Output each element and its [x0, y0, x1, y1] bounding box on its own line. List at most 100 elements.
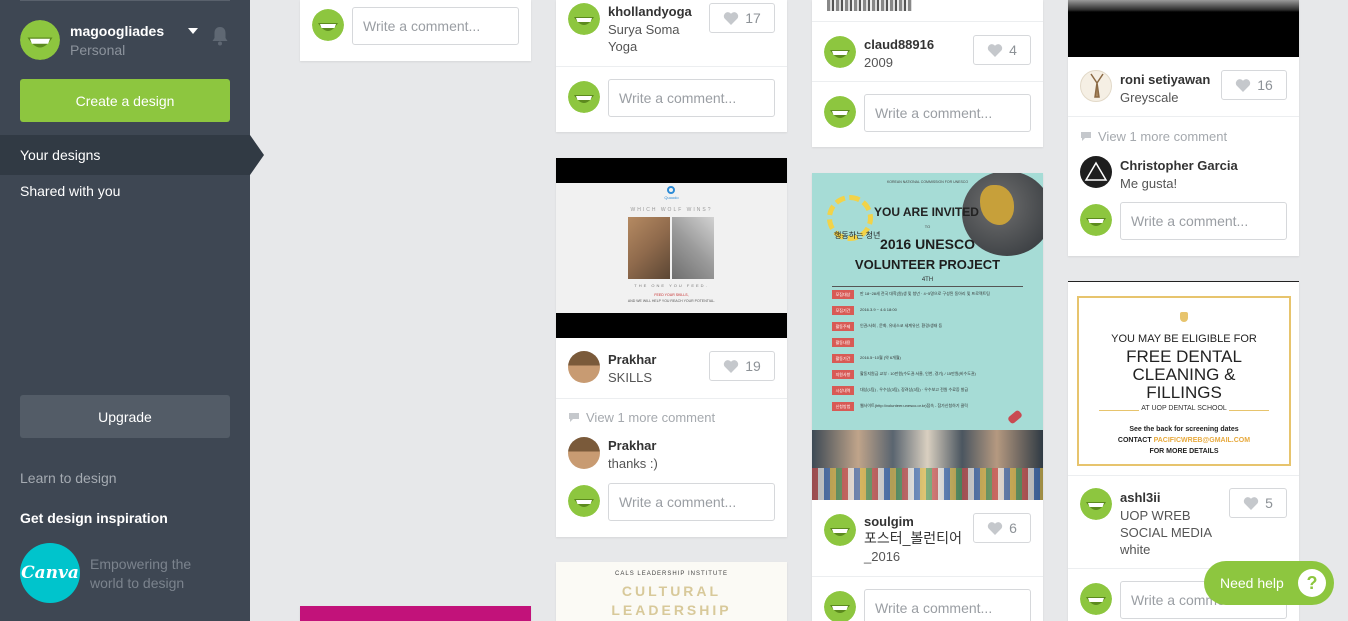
like-count: 16 — [1257, 77, 1273, 93]
poster-row-label: 신청방법 — [832, 402, 854, 411]
canva-tagline: Empowering the world to design — [90, 556, 192, 591]
like-button[interactable]: 16 — [1221, 70, 1287, 100]
canva-logo[interactable]: Canva — [20, 543, 80, 603]
like-button[interactable]: 6 — [973, 513, 1031, 543]
poster-edition: 4TH — [921, 277, 934, 283]
ad-line4: FILLINGS — [1146, 383, 1222, 402]
user-avatar-icon — [824, 591, 856, 621]
design-thumbnail[interactable]: Quoodo WHICH WOLF WINS? THE ONE YOU FEED… — [556, 158, 787, 338]
heart-icon — [723, 11, 739, 26]
like-button[interactable]: 4 — [973, 35, 1031, 65]
sidebar-item-your-designs[interactable]: Your designs — [20, 147, 100, 163]
author-name[interactable]: khollandyoga — [608, 4, 692, 19]
author-name[interactable]: claud88916 — [864, 37, 934, 52]
commenter-photo-avatar — [1080, 156, 1112, 188]
user-menu[interactable]: magoogliades Personal — [20, 20, 235, 62]
brand-logo-icon — [667, 186, 675, 194]
view-more-comments-link[interactable]: View 1 more comment — [1080, 129, 1227, 144]
design-thumbnail[interactable]: KOREAN NATIONAL COMMISSION FOR UNESCO YO… — [812, 173, 1043, 500]
design-inspiration-link[interactable]: Get design inspiration — [20, 510, 168, 526]
design-card: KOREAN NATIONAL COMMISSION FOR UNESCO YO… — [812, 173, 1043, 621]
user-plan: Personal — [70, 42, 126, 58]
view-more-comments-label: View 1 more comment — [1098, 129, 1228, 144]
learn-to-design-link[interactable]: Learn to design — [20, 470, 117, 486]
poster-row-label: 활동내용 — [832, 338, 854, 347]
ad-line5: AT UOP DENTAL SCHOOL — [1139, 405, 1229, 412]
ad-contact-email: PACIFICWREB@GMAIL.COM — [1153, 437, 1251, 444]
heart-icon — [723, 359, 739, 374]
sidebar-item-shared-with-you[interactable]: Shared with you — [20, 183, 120, 199]
divider — [556, 66, 787, 67]
ad-line1: YOU MAY BE ELIGIBLE FOR — [1111, 333, 1257, 345]
bell-icon[interactable] — [208, 24, 232, 48]
design-thumbnail[interactable]: CALS LEADERSHIP INSTITUTE CULTURAL LEADE… — [556, 562, 787, 621]
user-photo-avatar — [568, 351, 600, 383]
commenter-name[interactable]: Christopher Garcia — [1120, 158, 1238, 173]
poster-row-label: 모집대상 — [832, 290, 854, 299]
ad-contact: CONTACT PACIFICWREB@GMAIL.COM — [1079, 437, 1289, 444]
poster-row-text: 웹사이트(http://volunteer.unesco.or.kr)접속 - … — [860, 403, 968, 408]
comment-input[interactable]: Write a comment... — [864, 589, 1031, 621]
poster-row-text: 2016.3.9 ~ 4.6 18:00 — [860, 307, 897, 312]
design-thumbnail[interactable] — [1068, 0, 1299, 57]
comment-input[interactable]: Write a comment... — [864, 94, 1031, 132]
thumb-line3: LEADERSHIP — [611, 602, 732, 618]
design-thumbnail[interactable] — [300, 606, 531, 621]
like-button[interactable]: 17 — [709, 3, 775, 33]
poster-row-text: 인권/사회 , 문화, 유네스코 세계유산, 환경/생태 등 — [860, 323, 943, 328]
design-title: Greyscale — [1120, 90, 1179, 105]
user-avatar-icon — [568, 3, 600, 35]
comment-input[interactable]: Write a comment... — [1120, 202, 1287, 240]
heart-icon — [987, 521, 1003, 536]
need-help-button[interactable]: Need help ? — [1204, 561, 1334, 605]
deer-icon — [1090, 73, 1104, 98]
upgrade-button[interactable]: Upgrade — [20, 395, 230, 438]
user-name[interactable]: magoogliades — [70, 23, 164, 39]
like-count: 19 — [745, 358, 761, 374]
user-avatar-icon — [824, 514, 856, 546]
ad-line2: FREE DENTAL — [1126, 347, 1242, 366]
poster-row-text: 대상(1팀) , 우수상(3팀), 장려상(3팀) · 우수보고 전원 수료증 … — [860, 387, 969, 392]
heart-icon — [1243, 496, 1259, 511]
user-photo-avatar — [1080, 70, 1112, 102]
poster-row-text: 2016.5~10월 (약 6개월) — [860, 355, 901, 360]
user-avatar-icon — [1080, 583, 1112, 615]
design-thumbnail[interactable]: YOU MAY BE ELIGIBLE FOR FREE DENTAL CLEA… — [1068, 281, 1299, 475]
like-count: 17 — [745, 10, 761, 26]
design-thumbnail[interactable] — [827, 0, 912, 11]
design-card: Quoodo WHICH WOLF WINS? THE ONE YOU FEED… — [556, 158, 787, 537]
create-design-button[interactable]: Create a design — [20, 79, 230, 122]
like-button[interactable]: 5 — [1229, 488, 1287, 518]
author-name[interactable]: Prakhar — [608, 352, 656, 367]
poster-row-label: 지원사항 — [832, 370, 854, 379]
poster-title-line1: 2016 UNESCO — [880, 236, 975, 252]
view-more-comments-link[interactable]: View 1 more comment — [568, 410, 715, 425]
active-nav-pointer — [250, 135, 264, 175]
author-name[interactable]: roni setiyawan — [1120, 72, 1210, 87]
like-count: 4 — [1009, 42, 1017, 58]
commenter-name[interactable]: Prakhar — [608, 438, 656, 453]
sidebar: magoogliades Personal Create a design Yo… — [0, 0, 250, 621]
commenter-photo-avatar — [568, 437, 600, 469]
triangle-logo-icon — [1084, 161, 1108, 181]
wolf-photo-right — [672, 217, 714, 279]
author-name[interactable]: soulgim — [864, 514, 914, 529]
user-avatar-icon[interactable] — [20, 20, 60, 60]
thumb-heading: WHICH WOLF WINS? — [630, 207, 713, 213]
comment-input[interactable]: Write a comment... — [608, 483, 775, 521]
design-card: Write a comment... — [300, 0, 531, 61]
poster-to: TO — [924, 224, 931, 229]
poster-row-text: 만 18~28세 전국 대학(원)생 및 청년 · 4~5명으로 구성된 동아리… — [860, 291, 990, 296]
pencil-icon — [1007, 409, 1023, 425]
chevron-down-icon[interactable] — [188, 28, 198, 34]
design-title: 2009 — [864, 55, 893, 70]
like-button[interactable]: 19 — [709, 351, 775, 381]
user-avatar-icon — [568, 485, 600, 517]
author-name[interactable]: ashl3ii — [1120, 490, 1160, 505]
comment-input[interactable]: Write a comment... — [608, 79, 775, 117]
ad-contact-label: CONTACT — [1117, 437, 1152, 444]
comment-text: Me gusta! — [1120, 176, 1178, 191]
comment-input[interactable]: Write a comment... — [352, 7, 519, 45]
poster-row-text: 활동지원금 교부 : 10만원(수도권:서울, 인천, 경기) / 15만원(비… — [860, 371, 976, 376]
design-card: khollandyoga Surya Soma Yoga 17 Write a … — [556, 0, 787, 132]
